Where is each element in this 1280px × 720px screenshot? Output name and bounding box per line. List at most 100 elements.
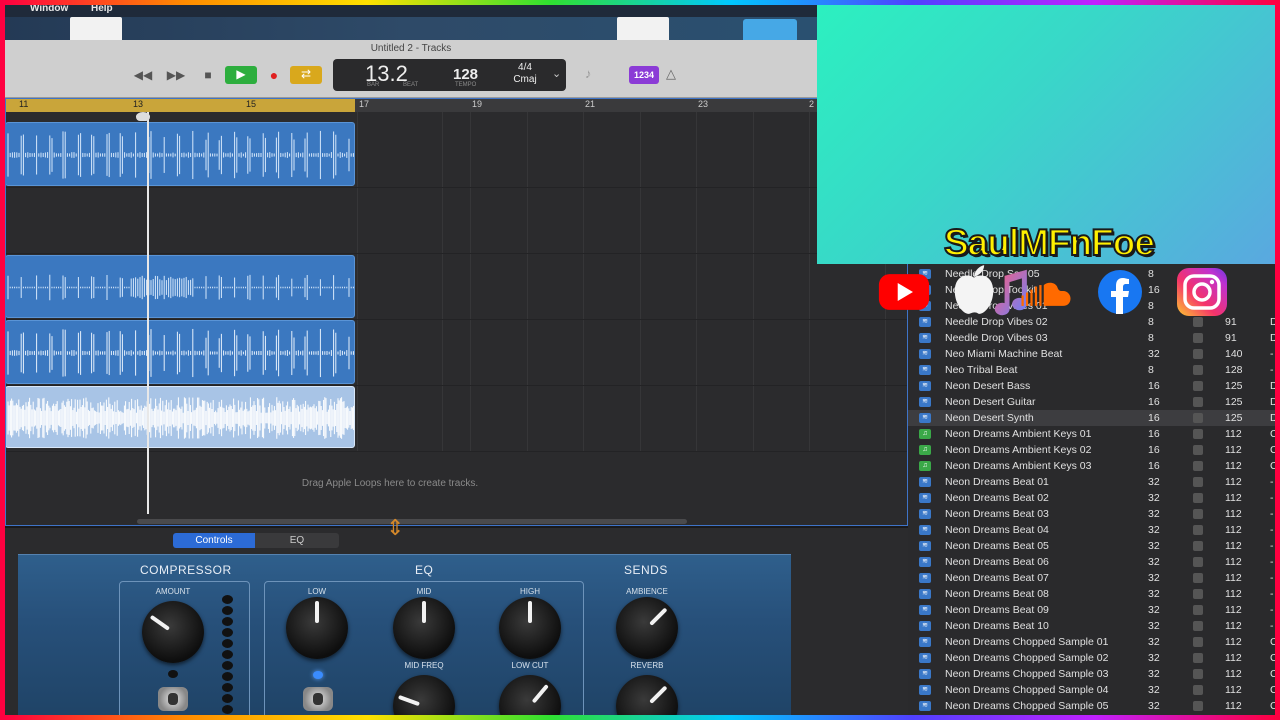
loop-name: Neon Dreams Chopped Sample 04 [945,684,1109,696]
rewind-icon[interactable]: ◀◀ [132,67,154,83]
favorite-checkbox[interactable] [1193,365,1203,375]
desktop-file-icon[interactable] [70,17,122,40]
loop-list-item[interactable]: ≋ Neon Dreams Chopped Sample 05 32 112 C [908,698,1275,714]
playhead[interactable] [147,112,149,514]
loop-list-item[interactable]: ≋ Neon Desert Synth 16 125 D [908,410,1275,426]
favorite-checkbox[interactable] [1193,333,1203,343]
favorite-checkbox[interactable] [1193,621,1203,631]
loop-list-item[interactable]: ≋ Neon Dreams Beat 07 32 112 - [908,570,1275,586]
track-lane[interactable] [5,254,907,320]
tracks-area[interactable]: Drag Apple Loops here to create tracks. [5,112,907,526]
loop-tempo: 112 [1225,492,1242,504]
eq-low-knob[interactable] [286,597,348,659]
favorite-checkbox[interactable] [1193,445,1203,455]
loop-list-item[interactable]: ≋ Neon Dreams Beat 01 32 112 - [908,474,1275,490]
favorite-checkbox[interactable] [1193,685,1203,695]
track-lane[interactable] [5,386,907,452]
tuner-icon[interactable]: ♪ [585,66,592,81]
audio-region-selected[interactable] [5,386,355,448]
audio-region[interactable] [5,255,355,318]
count-in-button[interactable]: 1234 [629,66,659,84]
cycle-region[interactable] [5,98,355,112]
ambience-send-knob[interactable] [616,597,678,659]
track-lane[interactable] [5,188,907,254]
playhead-handle[interactable] [136,112,150,121]
time-signature[interactable]: 4/4 [514,62,536,73]
audio-region[interactable] [5,320,355,384]
loop-list-item[interactable]: ≋ Neon Dreams Beat 10 32 112 - [908,618,1275,634]
loop-tempo: 125 [1225,412,1243,424]
compressor-toggle[interactable] [158,687,188,711]
stop-icon[interactable]: ■ [197,67,219,83]
eq-high-knob[interactable] [499,597,561,659]
favorite-checkbox[interactable] [1193,317,1203,327]
tab-controls[interactable]: Controls [173,533,255,548]
loop-list-item[interactable]: ≋ Neon Dreams Beat 08 32 112 - [908,586,1275,602]
favorite-checkbox[interactable] [1193,589,1203,599]
favorite-checkbox[interactable] [1193,669,1203,679]
favorite-checkbox[interactable] [1193,413,1203,423]
apple-loops-browser[interactable]: ≋Needle Drop Sax 058≋Needle Drop Toolkit… [908,264,1275,715]
favorite-checkbox[interactable] [1193,605,1203,615]
favorite-checkbox[interactable] [1193,573,1203,583]
fast-forward-icon[interactable]: ▶▶ [165,67,187,83]
loop-list-item[interactable]: ♫ Neon Dreams Ambient Keys 03 16 112 C [908,458,1275,474]
loop-list-item[interactable]: ♫ Neon Dreams Ambient Keys 01 16 112 C [908,426,1275,442]
desktop-folder-icon[interactable] [743,19,797,40]
loop-list-item[interactable]: ≋ Needle Drop Vibes 03 8 91 D [908,330,1275,346]
play-button[interactable]: ▶ [225,66,257,84]
waveform-icon: ≋ [919,541,931,551]
key-signature[interactable]: Cmaj [511,74,539,85]
loop-list-item[interactable]: ≋ Neon Dreams Beat 02 32 112 - [908,490,1275,506]
loop-list-item[interactable]: ≋ Neon Dreams Beat 03 32 112 - [908,506,1275,522]
loop-list-item[interactable]: ≋ Neon Dreams Beat 05 32 112 - [908,538,1275,554]
favorite-checkbox[interactable] [1193,429,1203,439]
tab-eq[interactable]: EQ [255,533,339,548]
compressor-amount-knob[interactable] [142,601,204,663]
tempo-value[interactable]: 128 [453,66,478,83]
loop-list-item[interactable]: ≋ Neo Tribal Beat 8 128 - [908,362,1275,378]
loop-list-item[interactable]: ≋ Neon Dreams Chopped Sample 02 32 112 C [908,650,1275,666]
loop-list-item[interactable]: ≋ Neon Desert Guitar 16 125 D [908,394,1275,410]
loop-list-item[interactable]: ≋ Neon Desert Bass 16 125 D [908,378,1275,394]
favorite-checkbox[interactable] [1193,637,1203,647]
desktop-file-icon[interactable] [617,17,669,40]
favorite-checkbox[interactable] [1193,557,1203,567]
menu-window[interactable]: Window [30,3,68,14]
favorite-checkbox[interactable] [1193,509,1203,519]
favorite-checkbox[interactable] [1193,541,1203,551]
loop-list-item[interactable]: ≋ Neon Dreams Chopped Sample 04 32 112 C [908,682,1275,698]
timeline-ruler[interactable]: 11 13 15 17 19 21 23 2 [5,98,817,112]
loop-list-item[interactable]: ≋ Neo Miami Machine Beat 32 140 - [908,346,1275,362]
favorite-checkbox[interactable] [1193,461,1203,471]
metronome-icon[interactable]: △ [666,66,676,82]
track-lane[interactable] [5,320,907,386]
favorite-checkbox[interactable] [1193,525,1203,535]
favorite-checkbox[interactable] [1193,381,1203,391]
favorite-checkbox[interactable] [1193,397,1203,407]
menu-help[interactable]: Help [91,3,113,14]
lcd-display[interactable]: 13.2 BAR BEAT 128 TEMPO 4/4 Cmaj ⌄ [333,59,566,91]
reverb-send-knob[interactable] [616,675,678,720]
eq-toggle[interactable] [303,687,333,711]
loop-list-item[interactable]: ≋ Neon Dreams Beat 06 32 112 - [908,554,1275,570]
favorite-checkbox[interactable] [1193,477,1203,487]
loop-list-item[interactable]: ♫ Neon Dreams Ambient Keys 02 16 112 C [908,442,1275,458]
favorite-checkbox[interactable] [1193,653,1203,663]
chevron-down-icon[interactable]: ⌄ [552,67,561,80]
favorite-checkbox[interactable] [1193,701,1203,711]
loop-tempo: 112 [1225,700,1242,712]
loop-list-item[interactable]: ≋ Neon Dreams Beat 09 32 112 - [908,602,1275,618]
loop-list-item[interactable]: ≋ Neon Dreams Beat 04 32 112 - [908,522,1275,538]
loop-list-item[interactable]: ≋ Neon Dreams Chopped Sample 01 32 112 C [908,634,1275,650]
resize-handle-icon[interactable]: ⇕ [386,515,404,541]
cycle-button[interactable]: ⇄ [290,66,322,84]
favorite-checkbox[interactable] [1193,349,1203,359]
eq-mid-knob[interactable] [393,597,455,659]
audio-region[interactable] [5,122,355,186]
loop-list-item[interactable]: ≋ Neon Dreams Chopped Sample 03 32 112 C [908,666,1275,682]
record-button[interactable]: ● [263,67,285,83]
track-lane[interactable] [5,112,907,188]
horizontal-scrollbar[interactable] [137,519,687,524]
favorite-checkbox[interactable] [1193,493,1203,503]
